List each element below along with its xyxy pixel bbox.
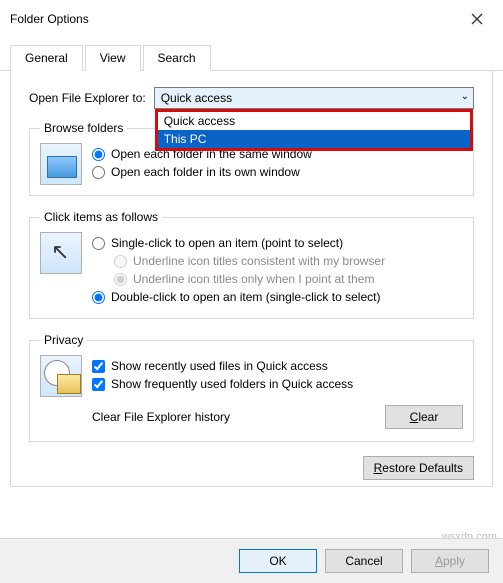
open-explorer-combo[interactable]: Quick access ⌄ Quick access This PC [154,87,474,109]
radio-single-click-row[interactable]: Single-click to open an item (point to s… [92,236,463,250]
radio-single-click[interactable] [92,237,105,250]
radio-single-click-label: Single-click to open an item (point to s… [111,236,343,250]
close-icon [471,13,483,25]
open-explorer-label: Open File Explorer to: [29,91,146,105]
general-panel: Open File Explorer to: Quick access ⌄ Qu… [10,71,493,487]
radio-double-click-label: Double-click to open an item (single-cli… [111,290,380,304]
radio-double-click-row[interactable]: Double-click to open an item (single-cli… [92,290,463,304]
tab-general[interactable]: General [10,45,83,71]
radio-underline-browser [114,255,127,268]
privacy-group: Privacy Show recently used files in Quic… [29,333,474,442]
dropdown-item-quick-access[interactable]: Quick access [158,112,470,130]
clear-button[interactable]: Clear [385,405,463,429]
open-explorer-row: Open File Explorer to: Quick access ⌄ Qu… [29,87,474,109]
radio-double-click[interactable] [92,291,105,304]
folders-icon [40,143,82,185]
radio-own-window[interactable] [92,166,105,179]
title-bar: Folder Options [0,0,503,38]
check-frequent-folders[interactable] [92,378,105,391]
radio-underline-browser-row: Underline icon titles consistent with my… [114,254,463,268]
privacy-icon [40,355,82,397]
clear-history-label: Clear File Explorer history [92,410,230,424]
radio-own-window-row[interactable]: Open each folder in its own window [92,165,463,179]
cursor-icon [40,232,82,274]
privacy-legend: Privacy [40,333,87,347]
radio-underline-browser-label: Underline icon titles consistent with my… [133,254,385,268]
dropdown-item-this-pc[interactable]: This PC [158,130,470,148]
browse-folders-legend: Browse folders [40,121,127,135]
dialog-footer: OK Cancel Apply [0,538,503,583]
chevron-down-icon: ⌄ [461,91,469,102]
click-items-legend: Click items as follows [40,210,162,224]
combo-selected-text: Quick access [161,91,232,105]
radio-underline-point-label: Underline icon titles only when I point … [133,272,374,286]
check-recent-files-row[interactable]: Show recently used files in Quick access [92,359,463,373]
tab-search[interactable]: Search [143,45,211,71]
ok-button[interactable]: OK [239,549,317,573]
close-button[interactable] [459,8,495,30]
check-frequent-folders-label: Show frequently used folders in Quick ac… [111,377,353,391]
check-recent-files[interactable] [92,360,105,373]
check-frequent-folders-row[interactable]: Show frequently used folders in Quick ac… [92,377,463,391]
check-recent-files-label: Show recently used files in Quick access [111,359,328,373]
radio-own-window-label: Open each folder in its own window [111,165,300,179]
open-explorer-dropdown: Quick access This PC [155,109,473,151]
tab-strip: General View Search [0,44,503,71]
radio-underline-point-row: Underline icon titles only when I point … [114,272,463,286]
window-title: Folder Options [10,12,89,26]
restore-defaults-button[interactable]: Restore Defaults [363,456,474,480]
radio-underline-point [114,273,127,286]
tab-view[interactable]: View [85,45,141,71]
cancel-button[interactable]: Cancel [325,549,403,573]
apply-button[interactable]: Apply [411,549,489,573]
radio-same-window[interactable] [92,148,105,161]
click-items-group: Click items as follows Single-click to o… [29,210,474,319]
